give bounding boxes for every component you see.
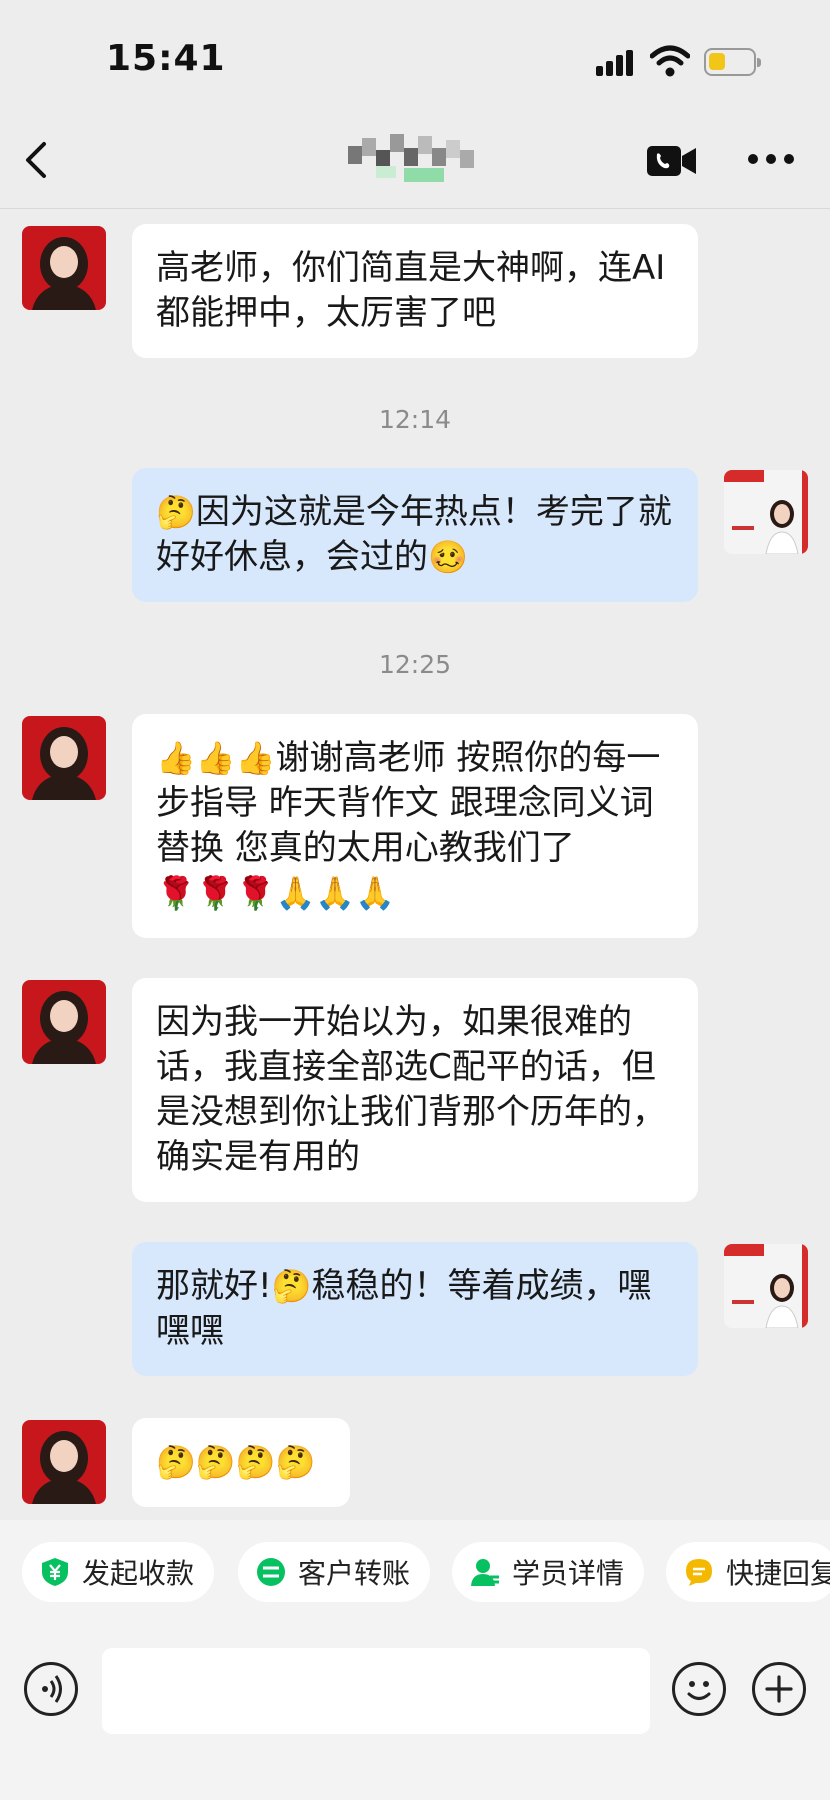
student-details-button[interactable]: 学员详情 xyxy=(452,1542,645,1602)
voice-input-button[interactable] xyxy=(24,1662,78,1716)
request-payment-button[interactable]: 发起收款 xyxy=(22,1542,215,1602)
message-text: 那就好! xyxy=(156,1266,272,1306)
message-bubble[interactable]: 👍👍👍谢谢高老师 按照你的每一步指导 昨天背作文 跟理念同义词替换 您真的太用心… xyxy=(132,714,698,938)
status-bar: 15:41 xyxy=(0,0,830,110)
woozy-emoji: 🥴 xyxy=(428,538,468,576)
message-text: 因为这就是今年热点！考完了就好好休息，会过的 xyxy=(156,492,672,577)
avatar[interactable] xyxy=(22,226,106,310)
emoji-picker-button[interactable] xyxy=(672,1662,726,1716)
input-bar xyxy=(0,1620,830,1800)
message-text: 高老师，你们简直是大神啊，连AI都能押中，太厉害了吧 xyxy=(156,248,666,333)
thinking-emoji: 🤔 xyxy=(156,493,196,531)
more-icon[interactable] xyxy=(748,154,794,166)
chip-label: 学员详情 xyxy=(512,1557,625,1590)
timestamp: 12:25 xyxy=(378,650,452,679)
back-button[interactable] xyxy=(18,140,58,180)
chip-label: 发起收款 xyxy=(82,1557,195,1590)
chip-label: 客户转账 xyxy=(298,1557,411,1590)
thumbs-up-emoji: 👍👍👍 xyxy=(156,739,276,777)
avatar[interactable] xyxy=(22,716,106,800)
signal-icon xyxy=(596,48,640,76)
message-text: 因为我一开始以为，如果很难的话，我直接全部选C配平的话，但是没想到你让我们背那个… xyxy=(156,1002,666,1177)
customer-transfer-button[interactable]: 客户转账 xyxy=(238,1542,431,1602)
message-bubble[interactable]: 那就好!🤔稳稳的！等着成绩，嘿嘿嘿 xyxy=(132,1242,698,1376)
video-call-icon[interactable] xyxy=(646,144,698,178)
quick-reply-button[interactable]: 快捷回复 xyxy=(666,1542,830,1602)
more-actions-button[interactable] xyxy=(752,1662,806,1716)
quick-actions-bar: 发起收款 客户转账 学员详情 快捷回复 xyxy=(0,1520,830,1620)
message-input[interactable] xyxy=(102,1648,650,1734)
header-divider xyxy=(0,208,830,209)
message-bubble[interactable]: 🤔🤔🤔🤔 xyxy=(132,1418,350,1507)
message-bubble[interactable]: 🤔因为这就是今年热点！考完了就好好休息，会过的🥴 xyxy=(132,468,698,602)
contact-name-redacted xyxy=(348,132,488,184)
avatar[interactable] xyxy=(724,1244,808,1328)
chip-label: 快捷回复 xyxy=(726,1557,830,1590)
quick-reply-icon xyxy=(684,1557,714,1587)
avatar[interactable] xyxy=(724,470,808,554)
thinking-emoji: 🤔 xyxy=(271,1267,312,1305)
rose-pray-emoji: 🌹🌹🌹🙏🙏🙏 xyxy=(156,874,396,912)
avatar[interactable] xyxy=(22,1420,106,1504)
yuan-shield-icon xyxy=(40,1557,70,1587)
transfer-icon xyxy=(256,1557,286,1587)
message-bubble[interactable]: 因为我一开始以为，如果很难的话，我直接全部选C配平的话，但是没想到你让我们背那个… xyxy=(132,978,698,1202)
avatar[interactable] xyxy=(22,980,106,1064)
wifi-icon xyxy=(649,44,691,78)
thinking-emoji: 🤔🤔🤔🤔 xyxy=(156,1443,316,1481)
timestamp: 12:14 xyxy=(378,405,452,434)
status-time: 15:41 xyxy=(106,38,226,79)
message-bubble[interactable]: 高老师，你们简直是大神啊，连AI都能押中，太厉害了吧 xyxy=(132,224,698,358)
chat-header xyxy=(0,110,830,210)
person-icon xyxy=(470,1557,500,1587)
battery-icon xyxy=(704,48,761,76)
